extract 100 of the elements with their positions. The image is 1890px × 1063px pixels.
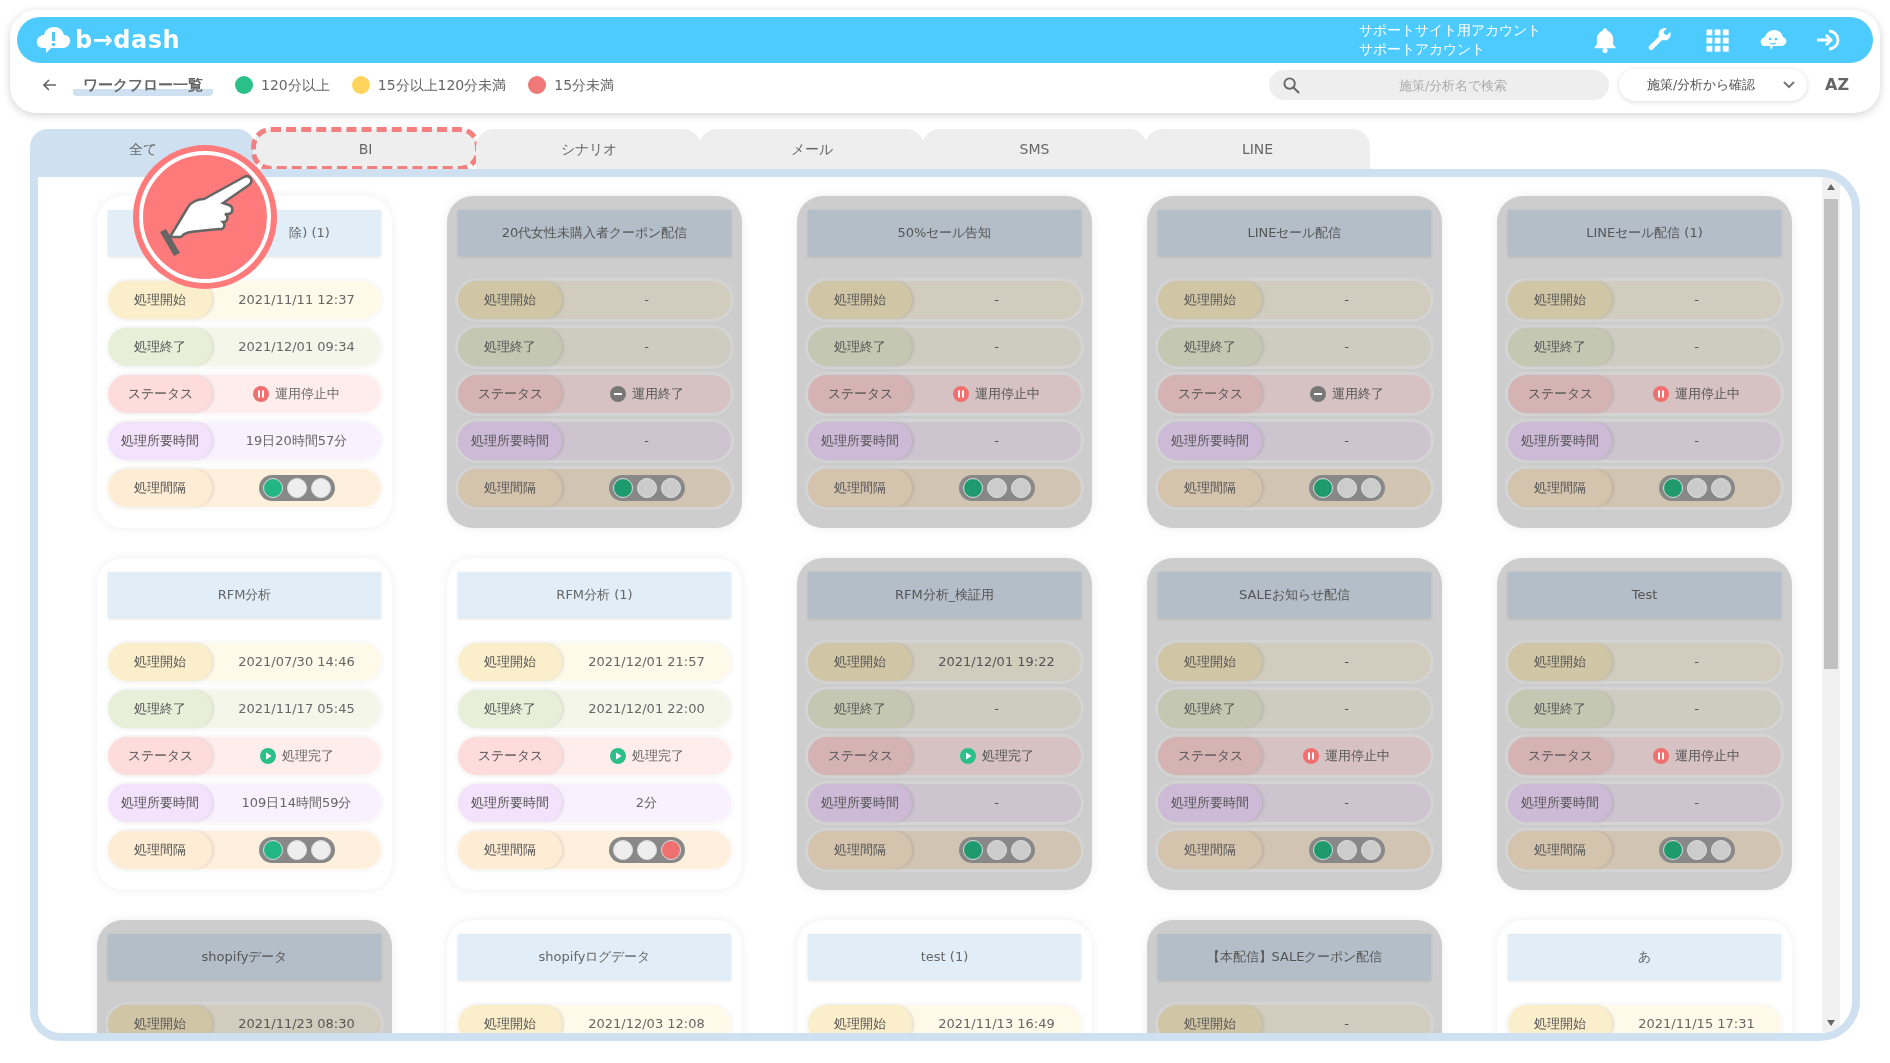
field-value: - xyxy=(643,432,650,451)
sort-button[interactable]: AZ xyxy=(1825,73,1849,97)
tab[interactable]: SMS xyxy=(922,129,1147,169)
field-label: 処理終了 xyxy=(108,690,212,728)
field-label: ステータス xyxy=(108,375,212,413)
field-value: - xyxy=(993,291,1000,310)
status-text: 運用停止中 xyxy=(275,385,340,404)
workflow-card[interactable]: test (1) 処理開始 2021/11/13 16:49 xyxy=(797,920,1092,1033)
field-value: - xyxy=(1343,700,1350,719)
field-value: 2021/11/23 08:30 xyxy=(237,1015,356,1033)
field-label: 処理開始 xyxy=(458,281,562,319)
field-value: 2021/12/01 22:00 xyxy=(587,700,706,719)
field-label: 処理終了 xyxy=(1158,328,1262,366)
field-value: - xyxy=(1693,700,1700,719)
field-label: 処理所要時間 xyxy=(808,422,912,460)
search-icon xyxy=(1283,77,1300,94)
field-label: 処理間隔 xyxy=(808,469,912,507)
legend-label: 15分未満 xyxy=(554,75,615,95)
field-label: 処理開始 xyxy=(458,1005,562,1033)
field-label: ステータス xyxy=(1508,375,1612,413)
field-label: 処理間隔 xyxy=(458,469,562,507)
scroll-up-icon[interactable] xyxy=(1826,183,1836,191)
scroll-down-icon[interactable] xyxy=(1826,1019,1836,1027)
scrollbar[interactable] xyxy=(1822,177,1840,1033)
field-label: 処理所要時間 xyxy=(1508,784,1612,822)
field-value: 2分 xyxy=(634,794,659,813)
workflow-card[interactable]: shopifyログデータ 処理開始 2021/12/03 12:08 xyxy=(447,920,742,1033)
tab[interactable]: BI xyxy=(253,129,478,169)
card-title: Test xyxy=(1508,572,1781,618)
field-label: 処理開始 xyxy=(1508,1005,1612,1033)
tab[interactable]: LINE xyxy=(1145,129,1370,169)
status-text: 運用停止中 xyxy=(975,385,1040,404)
field-label: 処理終了 xyxy=(1508,690,1612,728)
field-label: 処理間隔 xyxy=(108,831,212,869)
status-text: 処理完了 xyxy=(981,747,1034,766)
status-text: 運用停止中 xyxy=(1675,747,1740,766)
status-text: 運用停止中 xyxy=(1325,747,1390,766)
field-value: - xyxy=(1693,338,1700,357)
field-label: 処理間隔 xyxy=(1158,831,1262,869)
card-title: shopifyログデータ xyxy=(458,934,731,980)
legend-label: 15分以上120分未満 xyxy=(377,75,507,95)
field-label: 処理間隔 xyxy=(1158,469,1262,507)
card-title: RFM分析_検証用 xyxy=(808,572,1081,618)
field-value: - xyxy=(1343,794,1350,813)
field-label: 処理所要時間 xyxy=(458,784,562,822)
filter-dropdown[interactable]: 施策/分析から確認 xyxy=(1619,69,1807,101)
logo-icon xyxy=(35,24,71,56)
field-value: - xyxy=(1693,794,1700,813)
tab[interactable]: シナリオ xyxy=(476,129,701,169)
field-label: 処理開始 xyxy=(808,281,912,319)
card-title: あ xyxy=(1508,934,1781,980)
field-label: 処理間隔 xyxy=(808,831,912,869)
field-value: 2021/11/15 17:31 xyxy=(1637,1015,1756,1033)
field-label: 処理間隔 xyxy=(108,469,212,507)
status-text: 運用終了 xyxy=(1331,385,1384,404)
field-label: 処理所要時間 xyxy=(1158,422,1262,460)
card-title: SALEお知らせ配信 xyxy=(1158,572,1431,618)
field-value: - xyxy=(1693,653,1700,672)
field-label: ステータス xyxy=(808,737,912,775)
account-name: サポートサイト用アカウント xyxy=(1359,21,1541,40)
tab[interactable]: メール xyxy=(699,129,924,169)
search-field[interactable]: 施策/分析名で検索 xyxy=(1269,70,1609,100)
field-value: - xyxy=(1343,653,1350,672)
field-label: 処理開始 xyxy=(108,281,212,319)
field-label: 処理所要時間 xyxy=(1158,784,1262,822)
field-label: 処理開始 xyxy=(1158,281,1262,319)
field-value: - xyxy=(1693,432,1700,451)
logo-text: b→dash xyxy=(75,25,181,56)
field-label: 処理終了 xyxy=(808,328,912,366)
workflow-card[interactable]: あ 処理開始 2021/11/15 17:31 xyxy=(1497,920,1792,1033)
field-label: 処理間隔 xyxy=(1508,469,1612,507)
field-label: 処理所要時間 xyxy=(108,784,212,822)
field-label: 処理開始 xyxy=(458,643,562,681)
field-value: - xyxy=(993,700,1000,719)
field-value: - xyxy=(993,794,1000,813)
field-label: 処理終了 xyxy=(458,328,562,366)
status-text: 運用停止中 xyxy=(1675,385,1740,404)
field-label: 処理開始 xyxy=(1508,281,1612,319)
field-label: 処理所要時間 xyxy=(458,422,562,460)
field-value: - xyxy=(1343,432,1350,451)
field-value: 2021/11/11 12:37 xyxy=(237,291,356,310)
field-label: 処理開始 xyxy=(1158,1005,1262,1033)
field-label: ステータス xyxy=(108,737,212,775)
field-label: 処理開始 xyxy=(808,1005,912,1033)
status-text: 処理完了 xyxy=(631,747,684,766)
workflow-card[interactable]: RFM分析 処理開始 2021/07/30 14:46 処理終了 2021/11/17 05:45 ステータス 処理完了 処理所要時間 109日14時間59分 処理間隔 xyxy=(97,558,392,890)
field-label: 処理開始 xyxy=(108,643,212,681)
field-value: 2021/07/30 14:46 xyxy=(237,653,356,672)
field-value: - xyxy=(1343,291,1350,310)
field-value: - xyxy=(643,338,650,357)
card-title: RFM分析 xyxy=(108,572,381,618)
card-title: RFM分析 (1) xyxy=(458,572,731,618)
back-arrow-icon[interactable] xyxy=(43,79,57,91)
field-value: - xyxy=(643,291,650,310)
field-label: ステータス xyxy=(1158,737,1262,775)
field-value: 2021/12/01 19:22 xyxy=(937,653,1056,672)
field-label: ステータス xyxy=(458,737,562,775)
field-label: 処理終了 xyxy=(1508,328,1612,366)
status-text: 処理完了 xyxy=(281,747,334,766)
workflow-card[interactable]: RFM分析 (1) 処理開始 2021/12/01 21:57 処理終了 2021/12/01 22:00 ステータス 処理完了 処理所要時間 2分 処理間隔 xyxy=(447,558,742,890)
